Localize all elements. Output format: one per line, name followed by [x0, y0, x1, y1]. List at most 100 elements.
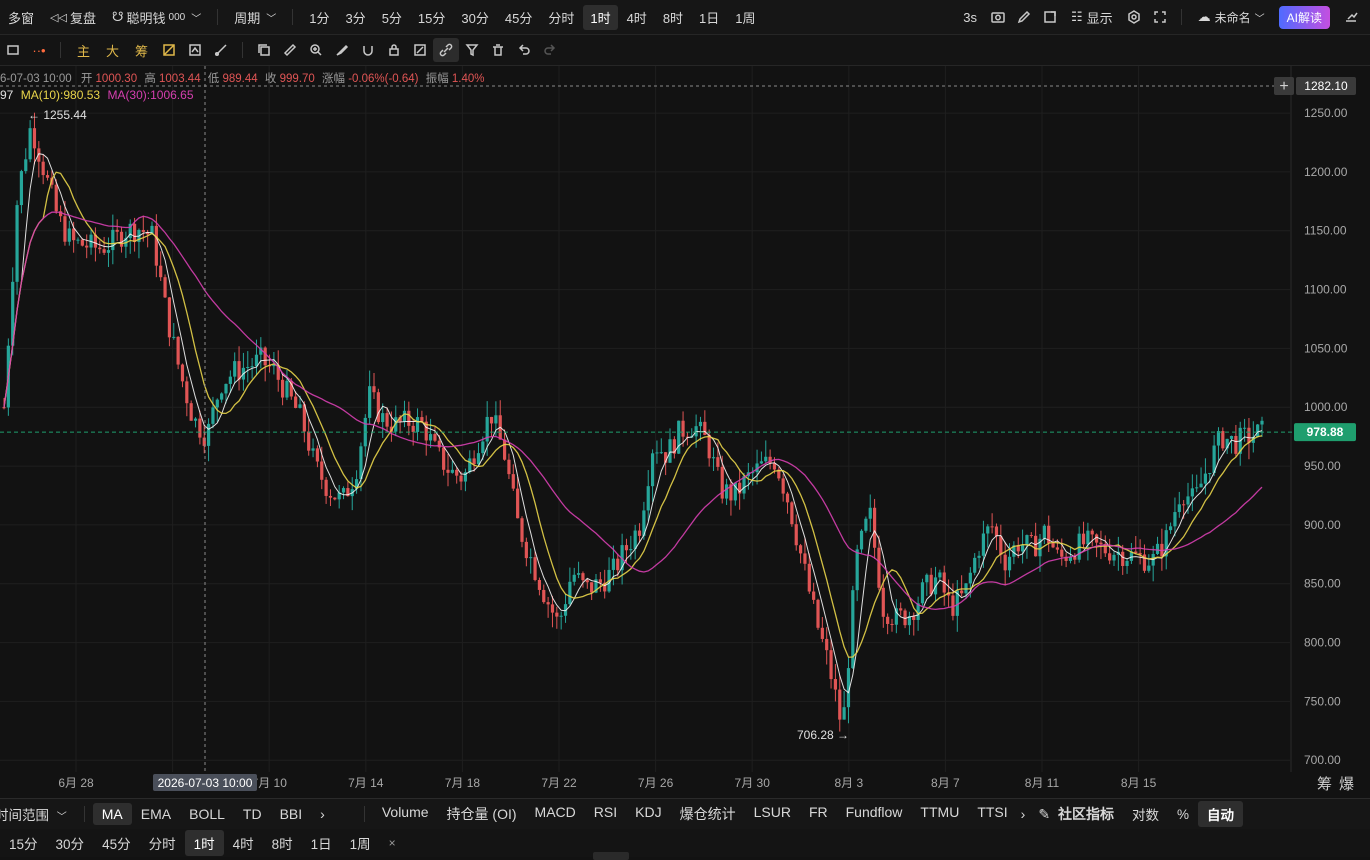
candle-body: [41, 161, 45, 176]
camera-icon[interactable]: [985, 5, 1011, 29]
candle-body: [707, 434, 711, 459]
interval-tab-4[interactable]: 30分: [454, 5, 495, 30]
lock-icon[interactable]: [381, 38, 407, 62]
quick-interval-4[interactable]: 1时: [184, 830, 224, 856]
period-dropdown[interactable]: 周期 ﹀: [227, 5, 283, 30]
layout-name: 未命名: [1214, 10, 1251, 25]
candle-body: [215, 399, 219, 408]
interval-tab-2[interactable]: 5分: [375, 5, 409, 30]
quick-interval-8[interactable]: 1周: [341, 830, 380, 856]
square-icon[interactable]: [0, 38, 26, 62]
interval-tab-10[interactable]: 1日: [692, 5, 726, 30]
percent-scale-toggle[interactable]: %: [1168, 804, 1198, 825]
close-icon[interactable]: ×: [380, 833, 405, 853]
candle-body: [15, 205, 19, 282]
candle-body: [402, 410, 407, 422]
quick-interval-0[interactable]: 15分: [0, 830, 47, 856]
interval-tab-7[interactable]: 1时: [583, 4, 618, 30]
redo-icon[interactable]: [537, 38, 563, 62]
sub-indicator-9[interactable]: TTMU: [911, 801, 968, 827]
community-indicators-button[interactable]: ✎ 社区指标: [1029, 801, 1123, 827]
zoom-in-icon[interactable]: [303, 38, 329, 62]
candle-body: [476, 453, 481, 465]
main-indicator-2[interactable]: BOLL: [180, 803, 234, 825]
hide-drawings-icon[interactable]: [407, 38, 433, 62]
auto-draw-icon[interactable]: [156, 38, 182, 62]
share-icon[interactable]: [1338, 5, 1364, 29]
candle-body: [32, 128, 37, 149]
measure-icon[interactable]: [277, 38, 303, 62]
candle-body: [154, 225, 158, 266]
smart-money-button[interactable]: ☋ 聪明钱 000 ﹀: [105, 5, 208, 30]
sub-indicator-6[interactable]: LSUR: [745, 801, 800, 827]
sub-indicator-4[interactable]: KDJ: [626, 801, 670, 827]
chevron-right-icon[interactable]: ›: [1017, 803, 1030, 825]
settings-icon[interactable]: [1121, 5, 1147, 29]
layout-dropdown[interactable]: ☁ 未命名 ﹀: [1191, 6, 1272, 29]
candle-body: [1234, 435, 1238, 454]
sub-indicator-3[interactable]: RSI: [585, 801, 626, 827]
candle-body: [1081, 533, 1086, 545]
candle-body: [637, 530, 642, 536]
quick-interval-1[interactable]: 30分: [47, 830, 94, 856]
quick-interval-7[interactable]: 1日: [302, 830, 341, 856]
display-button[interactable]: ☷ 显示: [1064, 5, 1120, 30]
candle-body: [180, 364, 185, 382]
interval-tab-1[interactable]: 3分: [338, 5, 372, 30]
main-indicator-3[interactable]: TD: [234, 803, 271, 825]
fullscreen-icon[interactable]: [1147, 5, 1173, 29]
magnet-icon[interactable]: [355, 38, 381, 62]
popout-icon[interactable]: [1037, 5, 1063, 29]
main-chart-toggle[interactable]: 主: [77, 41, 90, 60]
trash-icon[interactable]: [485, 38, 511, 62]
ruler-line-icon[interactable]: [208, 38, 234, 62]
candle-body: [433, 434, 437, 441]
interval-tab-9[interactable]: 8时: [656, 5, 690, 30]
ai-interpret-button[interactable]: AI解读: [1278, 5, 1330, 29]
resize-handle[interactable]: [593, 852, 629, 860]
refresh-rate[interactable]: 3s: [956, 7, 984, 28]
pattern-icon[interactable]: [182, 38, 208, 62]
time-range-dropdown[interactable]: 时间范围 ﹀: [0, 801, 76, 827]
edit-icon[interactable]: [1011, 5, 1037, 29]
sub-indicator-5[interactable]: 爆仓统计: [671, 801, 745, 827]
interval-tab-0[interactable]: 1分: [302, 5, 336, 30]
candle-body: [550, 604, 555, 613]
auto-scale-toggle[interactable]: 自动: [1197, 801, 1243, 827]
copy-icon[interactable]: [251, 38, 277, 62]
candle-body: [585, 580, 589, 583]
candle-body: [185, 381, 189, 404]
sub-indicator-0[interactable]: Volume: [373, 801, 438, 827]
candle-body: [263, 347, 267, 366]
quick-interval-2[interactable]: 45分: [93, 830, 140, 856]
link-icon[interactable]: [433, 38, 460, 62]
quick-interval-3[interactable]: 分时: [140, 830, 185, 856]
main-indicator-0[interactable]: MA: [92, 803, 132, 825]
chevron-right-icon[interactable]: ›: [311, 803, 334, 825]
candle-body: [220, 393, 224, 400]
sub-indicator-7[interactable]: FR: [800, 801, 837, 827]
main-indicator-1[interactable]: EMA: [132, 803, 180, 825]
big-order-toggle[interactable]: 大: [106, 41, 119, 60]
main-indicator-4[interactable]: BBI: [271, 803, 312, 825]
interval-tab-3[interactable]: 15分: [411, 5, 452, 30]
interval-tab-6[interactable]: 分时: [541, 5, 581, 30]
more-dots-icon[interactable]: ··•: [26, 38, 52, 62]
chip-toggle[interactable]: 筹: [135, 41, 148, 60]
candlestick-chart[interactable]: 1250.00 1200.00 1150.00 1100.00 1050.00 1000.…: [0, 66, 1370, 796]
log-scale-toggle[interactable]: 对数: [1123, 801, 1168, 827]
quick-interval-5[interactable]: 4时: [224, 830, 263, 856]
interval-tab-11[interactable]: 1周: [728, 5, 762, 30]
filter-icon[interactable]: [459, 38, 485, 62]
quick-interval-6[interactable]: 8时: [263, 830, 302, 856]
multi-window-button[interactable]: 多窗: [1, 5, 41, 30]
replay-button[interactable]: ◁◁ 复盘: [43, 5, 103, 30]
undo-icon[interactable]: [511, 38, 537, 62]
sub-indicator-10[interactable]: TTSI: [968, 801, 1016, 827]
sub-indicator-1[interactable]: 持仓量 (OI): [438, 801, 526, 827]
interval-tab-5[interactable]: 45分: [498, 5, 539, 30]
interval-tab-8[interactable]: 4时: [620, 5, 654, 30]
brush-icon[interactable]: [329, 38, 355, 62]
sub-indicator-8[interactable]: Fundflow: [837, 801, 912, 827]
sub-indicator-2[interactable]: MACD: [526, 801, 585, 827]
